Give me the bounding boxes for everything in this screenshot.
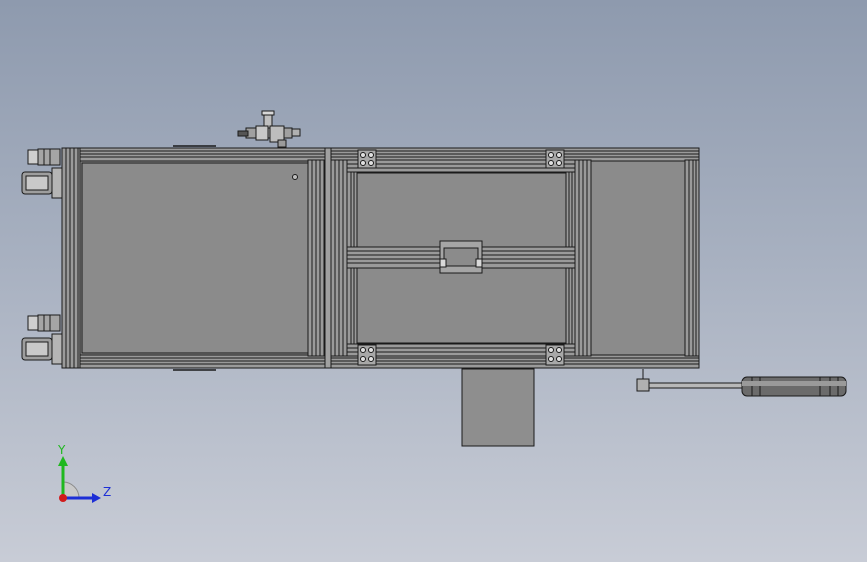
cad-model-drawing[interactable] xyxy=(0,0,867,562)
bottom-box xyxy=(461,368,535,447)
push-handle xyxy=(636,369,847,397)
left-panel xyxy=(81,147,348,369)
center-latch xyxy=(439,240,483,274)
orientation-triad xyxy=(58,456,101,503)
caster-bottom xyxy=(21,314,63,365)
z-axis-label: Z xyxy=(103,485,112,499)
y-axis-label: Y xyxy=(58,443,66,457)
x-axis-dot xyxy=(59,494,67,502)
right-panel xyxy=(574,159,686,357)
caster-top xyxy=(21,148,63,199)
cad-viewport[interactable]: Y Z xyxy=(0,0,867,562)
valve-assembly xyxy=(237,110,301,148)
